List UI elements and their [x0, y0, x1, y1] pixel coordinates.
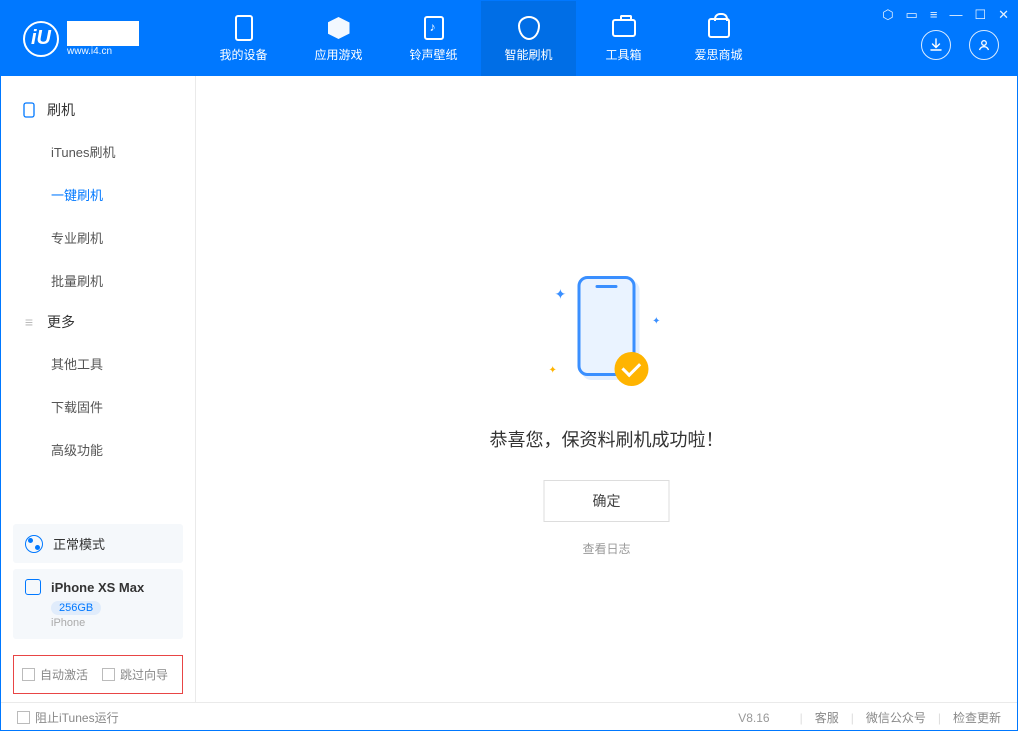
list-icon: ≡	[21, 314, 37, 330]
checkbox-icon	[102, 668, 115, 681]
tab-store[interactable]: 爱思商城	[671, 1, 766, 76]
device-name: iPhone XS Max	[51, 580, 144, 595]
user-button[interactable]	[969, 30, 999, 60]
sparkle-icon: ✦	[555, 286, 567, 303]
sidebar: 刷机 iTunes刷机 一键刷机 专业刷机 批量刷机 ≡ 更多 其他工具 下载固…	[1, 76, 196, 702]
tab-my-device[interactable]: 我的设备	[196, 1, 291, 76]
sidebar-item-download-firmware[interactable]: 下载固件	[1, 385, 195, 428]
window-controls: ⬡ ▭ ≡ — ☐ ✕	[882, 7, 1009, 23]
tab-toolbox[interactable]: 工具箱	[576, 1, 671, 76]
note-icon[interactable]: ▭	[906, 7, 918, 23]
cube-icon	[325, 14, 353, 42]
sidebar-group-flash: 刷机	[1, 90, 195, 130]
version-label: V8.16	[738, 711, 769, 725]
music-icon	[420, 14, 448, 42]
header-actions	[921, 30, 999, 60]
briefcase-icon	[610, 14, 638, 42]
device-card[interactable]: iPhone XS Max 256GB iPhone	[13, 569, 183, 639]
sidebar-item-other-tools[interactable]: 其他工具	[1, 342, 195, 385]
sidebar-item-batch-flash[interactable]: 批量刷机	[1, 259, 195, 302]
close-button[interactable]: ✕	[998, 7, 1009, 23]
user-icon	[977, 38, 991, 52]
minimize-button[interactable]: —	[949, 7, 962, 23]
device-type: iPhone	[51, 617, 171, 629]
sidebar-item-pro-flash[interactable]: 专业刷机	[1, 216, 195, 259]
phone-icon	[21, 102, 37, 118]
main-panel: ✦ ✦ ✦ 恭喜您，保资料刷机成功啦！ 确定 查看日志	[196, 76, 1017, 702]
flash-options-highlighted: 自动激活 跳过向导	[13, 655, 183, 694]
sidebar-item-oneclick-flash[interactable]: 一键刷机	[1, 173, 195, 216]
shirt-icon[interactable]: ⬡	[882, 7, 893, 23]
device-mode-status[interactable]: 正常模式	[13, 524, 183, 563]
tab-ringtone-wallpaper[interactable]: 铃声壁纸	[386, 1, 481, 76]
download-icon	[929, 38, 943, 52]
bag-icon	[705, 14, 733, 42]
success-illustration: ✦ ✦ ✦	[547, 276, 667, 396]
checkbox-block-itunes[interactable]: 阻止iTunes运行	[17, 709, 119, 726]
view-log-link[interactable]: 查看日志	[582, 542, 630, 556]
sidebar-item-itunes-flash[interactable]: iTunes刷机	[1, 130, 195, 173]
checkbox-skip-guide[interactable]: 跳过向导	[102, 666, 168, 683]
title-bar: iU 爱思助手 www.i4.cn 我的设备 应用游戏 铃声壁纸 智能刷机 工具…	[1, 1, 1017, 76]
check-badge-icon	[615, 352, 649, 386]
status-bar: 阻止iTunes运行 V8.16 | 客服 | 微信公众号 | 检查更新	[1, 702, 1017, 732]
device-capacity: 256GB	[51, 601, 101, 615]
checkbox-icon	[22, 668, 35, 681]
sparkle-icon: ✦	[652, 316, 660, 327]
sidebar-item-advanced[interactable]: 高级功能	[1, 428, 195, 471]
tab-smart-flash[interactable]: 智能刷机	[481, 1, 576, 76]
checkbox-icon	[17, 711, 30, 724]
sparkle-icon: ✦	[549, 365, 557, 376]
success-message: 恭喜您，保资料刷机成功啦！	[196, 426, 1017, 452]
footer-link-support[interactable]: 客服	[815, 709, 839, 726]
tab-apps-games[interactable]: 应用游戏	[291, 1, 386, 76]
footer-link-update[interactable]: 检查更新	[953, 709, 1001, 726]
confirm-button[interactable]: 确定	[544, 480, 670, 522]
download-button[interactable]	[921, 30, 951, 60]
success-panel: ✦ ✦ ✦ 恭喜您，保资料刷机成功啦！ 确定 查看日志	[196, 276, 1017, 558]
device-icon	[230, 14, 258, 42]
app-url: www.i4.cn	[67, 46, 139, 57]
logo-icon: iU	[23, 21, 59, 57]
menu-icon[interactable]: ≡	[930, 7, 938, 23]
shield-icon	[515, 14, 543, 42]
sidebar-group-more: ≡ 更多	[1, 302, 195, 342]
mode-icon	[25, 535, 43, 553]
app-name: 爱思助手	[67, 21, 139, 46]
app-logo: iU 爱思助手 www.i4.cn	[1, 21, 196, 57]
checkbox-auto-activate[interactable]: 自动激活	[22, 666, 88, 683]
main-tabs: 我的设备 应用游戏 铃声壁纸 智能刷机 工具箱 爱思商城	[196, 1, 766, 76]
footer-link-wechat[interactable]: 微信公众号	[866, 709, 926, 726]
device-icon	[25, 579, 41, 595]
maximize-button[interactable]: ☐	[974, 7, 986, 23]
